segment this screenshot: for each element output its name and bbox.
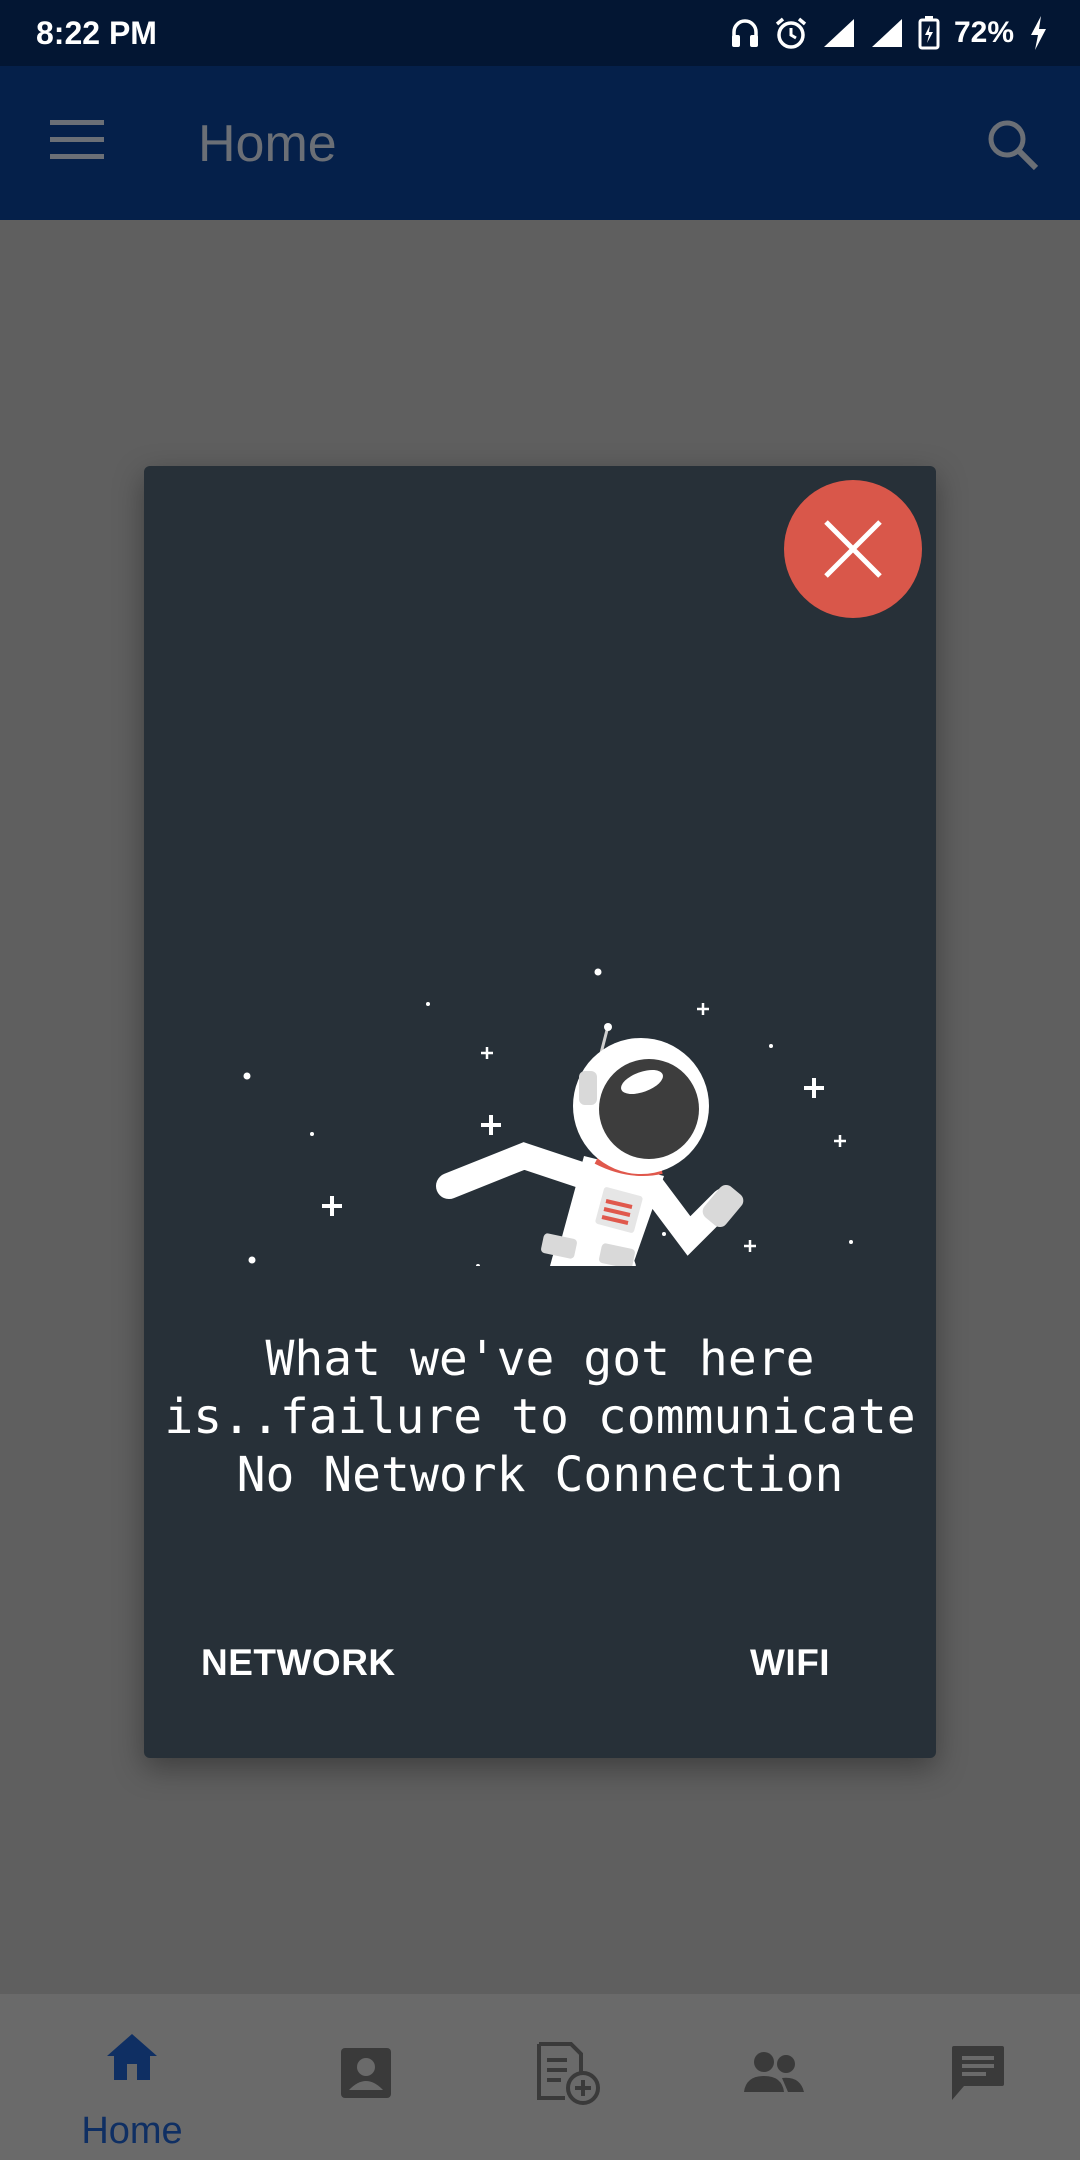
note-add-icon — [537, 2042, 600, 2105]
close-dialog-button[interactable] — [784, 480, 922, 618]
nav-item-profile[interactable] — [266, 1994, 466, 2160]
status-bar: 8:22 PM 72% — [0, 0, 1080, 66]
menu-button[interactable] — [50, 118, 104, 162]
close-icon — [824, 520, 882, 578]
search-button[interactable] — [986, 118, 1040, 172]
bottom-nav: Home — [0, 1994, 1080, 2160]
charging-icon — [1028, 16, 1048, 50]
network-button[interactable]: NETWORK — [201, 1642, 396, 1684]
signal-icon-2 — [870, 17, 904, 49]
battery-icon — [918, 16, 940, 50]
signal-icon — [822, 17, 856, 49]
headset-icon — [730, 17, 760, 49]
home-icon — [107, 2034, 157, 2080]
page-title: Home — [198, 115, 337, 173]
wifi-button[interactable]: WIFI — [750, 1642, 830, 1684]
search-icon — [988, 120, 1039, 171]
nav-item-messages[interactable] — [878, 1994, 1078, 2160]
alarm-icon — [774, 16, 808, 50]
status-icons: 72% — [730, 16, 1048, 50]
people-icon — [744, 2052, 804, 2092]
nav-home-label: Home — [81, 2110, 183, 2152]
nav-item-home[interactable]: Home — [32, 1994, 232, 2160]
no-network-dialog: What we've got here is..failure to commu… — [144, 466, 936, 1758]
nav-item-people[interactable] — [674, 1994, 874, 2160]
contact-icon — [341, 2048, 391, 2098]
chat-icon — [952, 2046, 1004, 2100]
menu-icon — [50, 120, 104, 159]
dialog-message: What we've got here is..failure to commu… — [164, 1331, 1003, 1503]
nav-item-add-note[interactable] — [470, 1994, 670, 2160]
astronaut-illustration — [243, 968, 853, 1266]
battery-percent: 72% — [953, 16, 1014, 49]
app-bar: Home — [0, 66, 1080, 220]
status-time: 8:22 PM — [36, 14, 157, 51]
